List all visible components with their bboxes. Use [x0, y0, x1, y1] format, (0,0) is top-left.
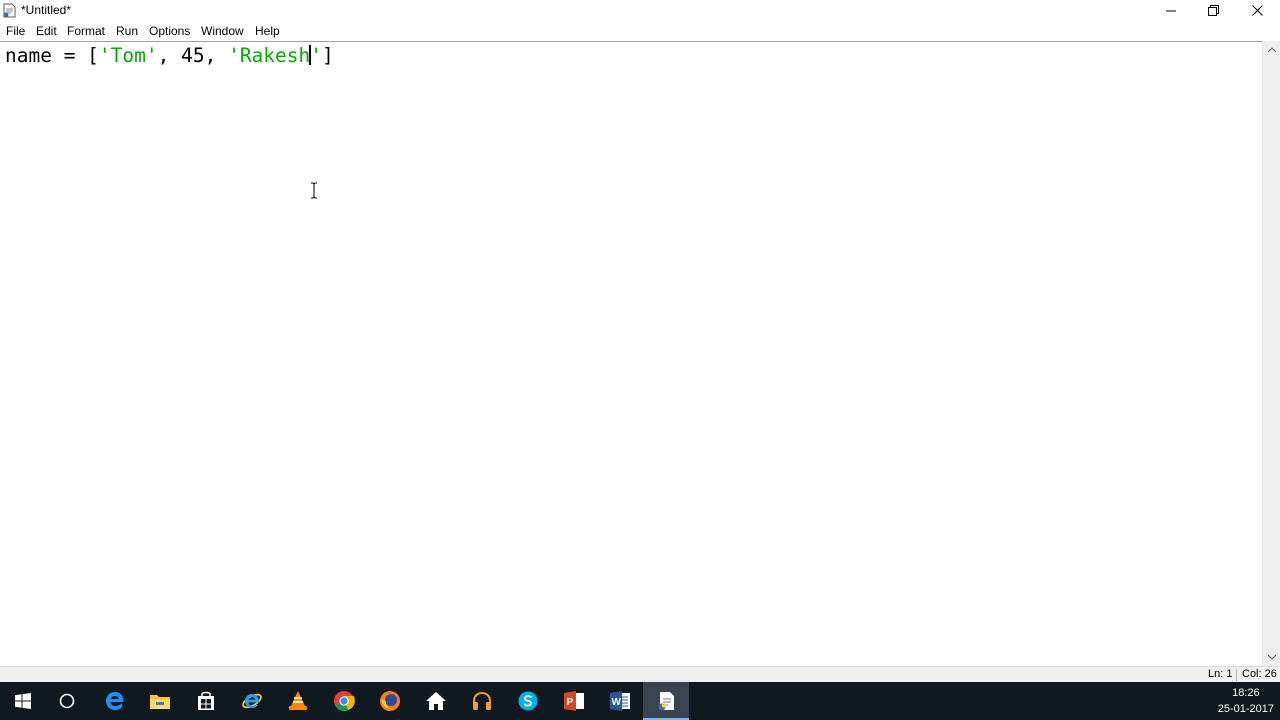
- code-token: name = [: [5, 44, 99, 67]
- code-line-1: name = ['Tom', 45, 'Rakesh']: [5, 44, 334, 68]
- store-icon: [198, 691, 214, 710]
- window-title: *Untitled*: [21, 3, 72, 17]
- string-token: ': [310, 44, 323, 67]
- scroll-up-button[interactable]: [1263, 41, 1280, 58]
- status-divider: [1236, 669, 1237, 681]
- clock-time: 18:26: [1232, 687, 1260, 699]
- arrow-down-icon: [1267, 655, 1276, 660]
- menu-edit[interactable]: Edit: [36, 24, 57, 38]
- edge-browser-icon: [106, 692, 124, 710]
- restore-icon: [1207, 5, 1219, 16]
- internet-explorer-icon: [242, 693, 262, 709]
- menu-bar: File Edit Format Run Options Window Help: [0, 21, 1280, 41]
- close-button[interactable]: [1234, 0, 1280, 21]
- start-button[interactable]: [0, 682, 46, 720]
- taskbar-vlc[interactable]: [275, 682, 321, 720]
- windows-start-icon: [15, 693, 31, 709]
- menu-help[interactable]: Help: [255, 24, 280, 38]
- menu-options[interactable]: Options: [149, 24, 190, 38]
- svg-text:W: W: [612, 697, 622, 708]
- taskbar-skype[interactable]: [505, 682, 551, 720]
- menu-file[interactable]: File: [6, 24, 25, 38]
- taskbar-word[interactable]: W: [597, 682, 643, 720]
- string-token: 'Tom': [98, 44, 158, 67]
- restore-button[interactable]: [1190, 0, 1236, 21]
- code-token: ]: [322, 44, 334, 67]
- svg-text:P: P: [567, 697, 574, 708]
- taskbar-file-explorer[interactable]: [137, 682, 183, 720]
- title-bar: *Untitled*: [0, 0, 1280, 21]
- cortana-circle-icon: [59, 693, 75, 709]
- chrome-icon: [334, 691, 355, 712]
- cortana-button[interactable]: [44, 682, 90, 720]
- menu-format[interactable]: Format: [67, 24, 105, 38]
- status-line: Ln: 1: [1208, 668, 1233, 680]
- string-token: 'Rakesh: [228, 44, 311, 67]
- taskbar-home[interactable]: [413, 682, 459, 720]
- code-token: , 45,: [157, 44, 229, 67]
- taskbar-internet-explorer[interactable]: [229, 682, 275, 720]
- taskbar-store[interactable]: [183, 682, 229, 720]
- powerpoint-icon: P: [564, 691, 584, 711]
- taskbar-firefox[interactable]: [367, 682, 413, 720]
- taskbar-music-player[interactable]: [459, 682, 505, 720]
- status-column: Col: 26: [1242, 668, 1277, 680]
- taskbar-edge[interactable]: [92, 682, 138, 720]
- word-icon: W: [610, 691, 630, 711]
- headphones-icon: [473, 691, 491, 710]
- taskbar-powerpoint[interactable]: P: [551, 682, 597, 720]
- python-idle-file-icon: [3, 3, 16, 18]
- taskbar-python-idle[interactable]: [643, 682, 689, 720]
- menu-run[interactable]: Run: [116, 24, 138, 38]
- skype-icon: [518, 691, 538, 711]
- menu-window[interactable]: Window: [201, 24, 244, 38]
- home-icon: [426, 692, 446, 710]
- system-clock[interactable]: 18:26 25-01-2017: [1218, 685, 1274, 717]
- taskbar: P W 18:26 25-01-2017: [0, 682, 1280, 720]
- python-idle-icon: [658, 692, 674, 711]
- minimize-icon: [1166, 10, 1176, 11]
- vlc-icon: [289, 691, 307, 710]
- close-icon: [1251, 5, 1263, 16]
- minimize-button[interactable]: [1148, 0, 1194, 21]
- ibeam-cursor-icon: [311, 182, 317, 199]
- taskbar-chrome[interactable]: [321, 682, 367, 720]
- code-editor[interactable]: name = ['Tom', 45, 'Rakesh']: [0, 41, 1262, 666]
- arrow-up-icon: [1267, 47, 1276, 52]
- vertical-scrollbar[interactable]: [1262, 41, 1280, 666]
- file-explorer-icon: [150, 695, 170, 709]
- scroll-down-button[interactable]: [1263, 649, 1280, 666]
- clock-date: 25-01-2017: [1217, 703, 1274, 715]
- status-bar: Ln: 1 Col: 26: [0, 666, 1280, 682]
- firefox-icon: [380, 691, 400, 711]
